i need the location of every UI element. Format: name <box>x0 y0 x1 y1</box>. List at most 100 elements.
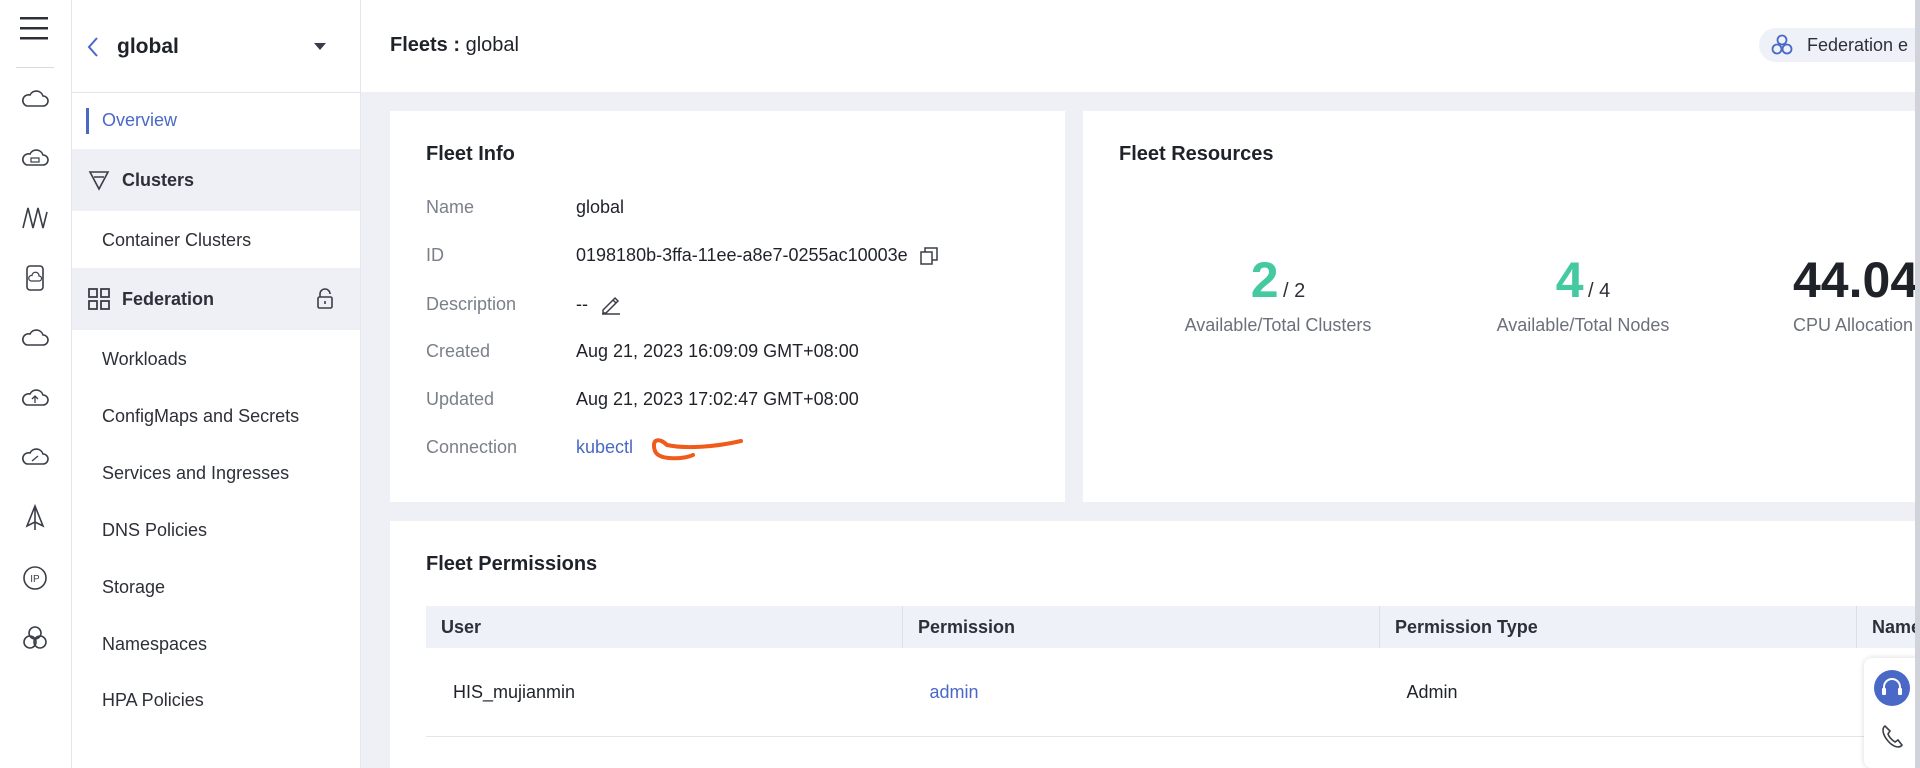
waves-icon[interactable] <box>21 204 49 232</box>
vertical-scrollbar[interactable] <box>1915 0 1920 768</box>
copy-icon[interactable] <box>919 246 938 265</box>
sail-icon[interactable] <box>21 504 49 532</box>
phone-cloud-icon[interactable] <box>21 264 49 292</box>
nav-group-label: Federation <box>122 288 215 309</box>
nav-item-hpa-policies[interactable]: HPA Policies <box>72 671 360 729</box>
info-row-name: Name global <box>426 197 624 218</box>
stat-caption: CPU Allocation <box>1793 315 1914 335</box>
cloud-icon[interactable] <box>21 325 49 353</box>
nav-item-label: DNS Policies <box>102 519 208 540</box>
svg-text:IP: IP <box>30 574 40 585</box>
stat-total: / 4 <box>1588 280 1611 302</box>
breadcrumb: Fleets : global <box>390 34 519 57</box>
permissions-table: User Permission Permission Type Name HIS… <box>426 606 1920 737</box>
cloud-link-icon[interactable] <box>21 444 49 472</box>
federation-icon <box>1771 34 1793 55</box>
nav-item-container-clusters[interactable]: Container Clusters <box>72 211 360 269</box>
cell-permission-type: Admin <box>1379 648 1857 737</box>
cloud-server-icon[interactable] <box>21 86 49 114</box>
info-row-created: Created Aug 21, 2023 16:09:09 GMT+08:00 <box>426 341 859 362</box>
table-header-row: User Permission Permission Type Name <box>426 606 1920 648</box>
nav-group-federation[interactable]: Federation <box>72 268 360 330</box>
nav-group-clusters[interactable]: Clusters <box>72 149 360 211</box>
info-key: Connection <box>426 437 518 457</box>
annotation-arrow <box>652 438 743 461</box>
nav-item-workloads[interactable]: Workloads <box>72 330 360 388</box>
info-row-description: Description -- <box>426 293 622 315</box>
info-row-updated: Updated Aug 21, 2023 17:02:47 GMT+08:00 <box>426 389 859 410</box>
fleet-selector-title[interactable]: global <box>117 35 179 59</box>
breadcrumb-prefix: Fleets : <box>390 34 461 56</box>
phone-icon[interactable] <box>1880 724 1904 750</box>
info-value: Aug 21, 2023 17:02:47 GMT+08:00 <box>576 389 859 409</box>
card-title: Fleet Info <box>426 143 515 165</box>
federation-icon[interactable] <box>21 624 49 652</box>
info-row-connection: Connection kubectl <box>426 437 633 458</box>
cell-permission-link[interactable]: admin <box>902 648 1380 737</box>
secondary-nav: global Overview Clusters Container Clust… <box>72 0 361 768</box>
ip-icon[interactable]: IP <box>21 564 49 592</box>
column-header-permission: Permission <box>902 606 1380 648</box>
info-key: Description <box>426 293 517 314</box>
fleet-info-card: Fleet Info Name global ID 0198180b-3ffa-… <box>390 111 1065 502</box>
unlock-icon[interactable] <box>316 288 334 310</box>
nav-item-label: Storage <box>102 576 166 597</box>
info-key: ID <box>426 245 444 265</box>
nav-item-label: ConfigMaps and Secrets <box>102 405 300 426</box>
caret-down-icon[interactable] <box>312 38 328 54</box>
federation-pill[interactable]: Federation e <box>1759 28 1920 62</box>
fleet-resources-card: Fleet Resources 2 / 2 Available/Total Cl… <box>1083 111 1920 502</box>
info-key: Created <box>426 341 491 361</box>
nav-item-label: Services and Ingresses <box>102 462 290 483</box>
stat-nodes: 4 / 4 Available/Total Nodes <box>1483 251 1683 336</box>
info-value: -- <box>576 293 588 314</box>
headset-icon[interactable] <box>1874 670 1910 706</box>
icon-rail: IP <box>0 0 72 768</box>
nav-item-configmaps[interactable]: ConfigMaps and Secrets <box>72 387 360 445</box>
card-title: Fleet Resources <box>1119 143 1274 165</box>
info-row-id: ID 0198180b-3ffa-11ee-a8e7-0255ac10003e <box>426 245 938 266</box>
nav-item-namespaces[interactable]: Namespaces <box>72 615 360 673</box>
nav-item-storage[interactable]: Storage <box>72 558 360 616</box>
cloud-container-icon[interactable] <box>21 145 49 173</box>
cell-user: HIS_mujianmin <box>426 648 903 737</box>
nav-group-label: Clusters <box>122 169 195 190</box>
top-bar: Fleets : global Federation e <box>361 0 1920 92</box>
info-value: global <box>576 197 625 217</box>
stat-caption: Available/Total Nodes <box>1496 315 1670 335</box>
stat-value: 4 <box>1555 252 1584 308</box>
stat-caption: Available/Total Clusters <box>1184 315 1372 335</box>
cloud-upload-icon[interactable] <box>21 385 49 413</box>
grid-icon <box>88 288 110 310</box>
kubectl-link[interactable]: kubectl <box>576 437 633 458</box>
stat-total: / 2 <box>1283 280 1306 302</box>
column-header-name: Name <box>1856 606 1920 648</box>
column-header-user: User <box>426 606 903 648</box>
nav-item-label: Container Clusters <box>102 229 252 250</box>
nav-item-label: Namespaces <box>102 633 208 654</box>
nav-item-label: Workloads <box>102 348 187 369</box>
column-header-permission-type: Permission Type <box>1379 606 1857 648</box>
breadcrumb-value: global <box>465 34 519 56</box>
nav-item-overview[interactable]: Overview <box>72 91 360 149</box>
stat-value: 44.04 <box>1793 252 1919 308</box>
nav-item-dns-policies[interactable]: DNS Policies <box>72 501 360 559</box>
federation-pill-label: Federation e <box>1807 34 1909 55</box>
info-key: Updated <box>426 389 495 409</box>
fleet-permissions-card: Fleet Permissions User Permission Permis… <box>390 521 1920 768</box>
card-title: Fleet Permissions <box>426 553 598 575</box>
info-value: 0198180b-3ffa-11ee-a8e7-0255ac10003e <box>576 245 908 265</box>
stat-value: 2 <box>1250 252 1279 308</box>
stat-clusters: 2 / 2 Available/Total Clusters <box>1178 251 1378 336</box>
nav-item-label: HPA Policies <box>102 689 204 710</box>
info-value: Aug 21, 2023 16:09:09 GMT+08:00 <box>576 341 859 361</box>
rail-divider <box>16 67 54 68</box>
stat-cpu: 44.04 CPU Allocation <box>1793 251 1920 336</box>
nav-item-services[interactable]: Services and Ingresses <box>72 444 360 502</box>
table-row: HIS_mujianmin admin Admin <box>426 648 1920 737</box>
menu-icon[interactable] <box>20 15 48 43</box>
back-chevron-icon[interactable] <box>86 36 100 58</box>
info-key: Name <box>426 197 475 217</box>
edit-icon[interactable] <box>600 293 622 315</box>
funnel-icon <box>88 171 110 191</box>
